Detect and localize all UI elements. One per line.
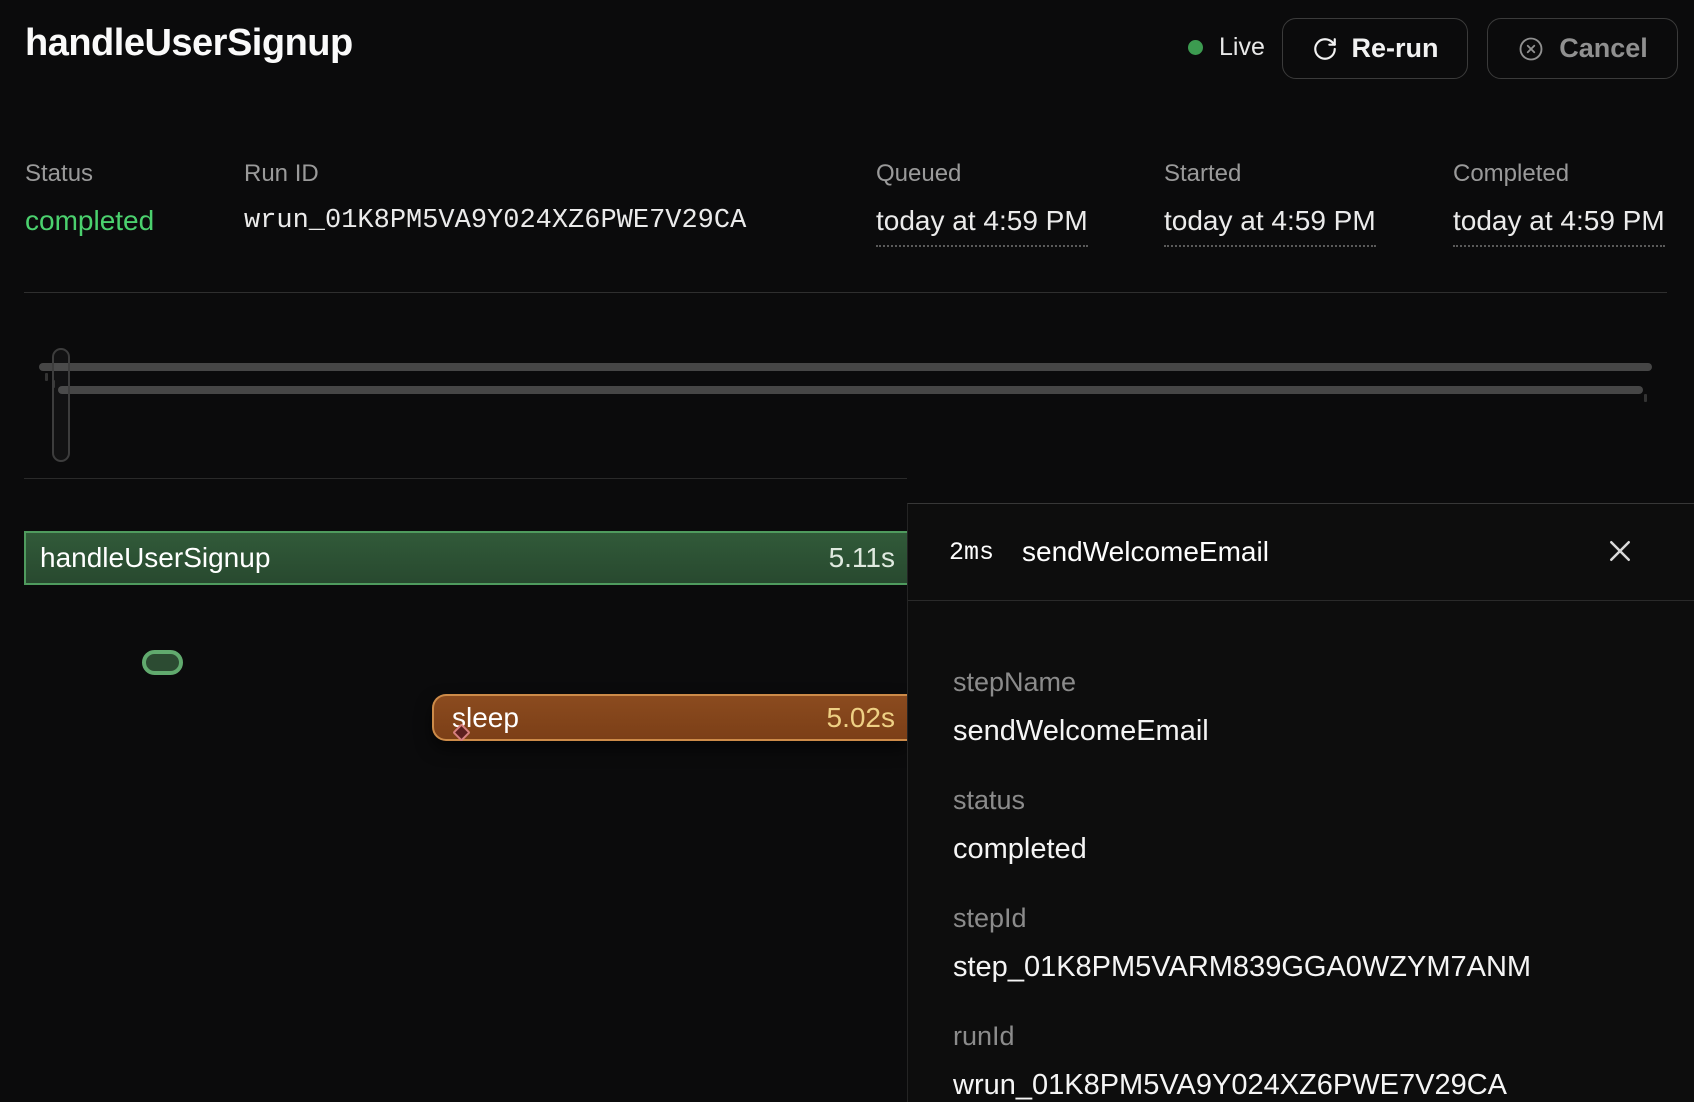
field-status-value: completed xyxy=(953,829,1654,869)
meta-status-value: completed xyxy=(25,205,154,237)
cancel-icon xyxy=(1517,35,1545,63)
cancel-label: Cancel xyxy=(1559,33,1648,64)
meta-completed-value[interactable]: today at 4:59 PM xyxy=(1453,205,1665,247)
sleep-bar-duration: 5.02s xyxy=(827,702,896,734)
field-runid-label: runId xyxy=(953,1019,1654,1053)
workflow-run-page: handleUserSignup Live Re-run Cancel Stat… xyxy=(0,0,1694,1102)
workflow-bar-label: handleUserSignup xyxy=(40,542,270,574)
field-status-label: status xyxy=(953,783,1654,817)
meta-completed: Completed today at 4:59 PM xyxy=(1453,160,1665,247)
gantt-step-pill-sendwelcomeemail[interactable] xyxy=(142,650,183,675)
field-stepid-value: step_01K8PM5VARM839GGA0WZYM7ANM xyxy=(953,947,1654,987)
rerun-icon xyxy=(1312,36,1338,62)
meta-completed-label: Completed xyxy=(1453,160,1665,188)
rerun-label: Re-run xyxy=(1352,33,1439,64)
cancel-button[interactable]: Cancel xyxy=(1487,18,1678,79)
field-runid: runId wrun_01K8PM5VA9Y024XZ6PWE7V29CA xyxy=(953,1019,1654,1102)
meta-started-value[interactable]: today at 4:59 PM xyxy=(1164,205,1376,247)
close-icon xyxy=(1605,536,1635,569)
minimap-tick xyxy=(45,373,48,381)
minimap-tick xyxy=(1644,394,1647,402)
meta-queued-label: Queued xyxy=(876,160,1088,188)
field-status: status completed xyxy=(953,783,1654,869)
header-divider xyxy=(24,292,1667,293)
meta-run-id: Run ID wrun_01K8PM5VA9Y024XZ6PWE7V29CA xyxy=(244,160,746,237)
workflow-bar-duration: 5.11s xyxy=(829,542,895,574)
meta-run-id-value: wrun_01K8PM5VA9Y024XZ6PWE7V29CA xyxy=(244,205,746,237)
gantt-divider xyxy=(24,478,907,479)
meta-queued-value[interactable]: today at 4:59 PM xyxy=(876,205,1088,247)
step-detail-fields: stepName sendWelcomeEmail status complet… xyxy=(908,601,1694,1102)
live-dot-icon xyxy=(1188,40,1203,55)
meta-status: Status completed xyxy=(25,160,154,237)
rerun-button[interactable]: Re-run xyxy=(1282,18,1468,79)
panel-close-button[interactable] xyxy=(1598,530,1642,574)
step-detail-title: sendWelcomeEmail xyxy=(1022,536,1269,568)
field-stepname: stepName sendWelcomeEmail xyxy=(953,665,1654,751)
step-duration-badge: 2ms xyxy=(949,538,994,567)
step-detail-panel: 2ms sendWelcomeEmail stepName sendWelcom… xyxy=(907,503,1694,1102)
live-indicator: Live xyxy=(1188,33,1265,62)
timeline-scrubber-handle[interactable] xyxy=(52,348,70,462)
field-stepid-label: stepId xyxy=(953,901,1654,935)
field-runid-value: wrun_01K8PM5VA9Y024XZ6PWE7V29CA xyxy=(953,1065,1654,1102)
meta-status-label: Status xyxy=(25,160,154,188)
meta-started: Started today at 4:59 PM xyxy=(1164,160,1376,247)
field-stepid: stepId step_01K8PM5VARM839GGA0WZYM7ANM xyxy=(953,901,1654,987)
meta-started-label: Started xyxy=(1164,160,1376,188)
meta-run-id-label: Run ID xyxy=(244,160,746,188)
live-label: Live xyxy=(1219,33,1265,62)
gantt-workflow-bar[interactable]: handleUserSignup 5.11s xyxy=(24,531,907,585)
gantt-sleep-bar[interactable]: sleep 5.02s xyxy=(432,694,907,741)
field-stepname-label: stepName xyxy=(953,665,1654,699)
step-detail-header: 2ms sendWelcomeEmail xyxy=(908,504,1694,601)
meta-queued: Queued today at 4:59 PM xyxy=(876,160,1088,247)
field-stepname-value: sendWelcomeEmail xyxy=(953,711,1654,751)
page-title: handleUserSignup xyxy=(25,22,353,65)
minimap-sleep-bar xyxy=(58,386,1643,394)
minimap-workflow-bar xyxy=(39,363,1652,371)
